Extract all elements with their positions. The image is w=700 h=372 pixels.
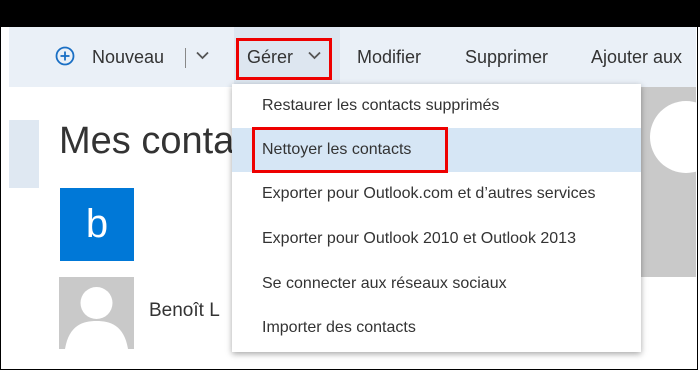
screenshot-border	[0, 0, 698, 370]
